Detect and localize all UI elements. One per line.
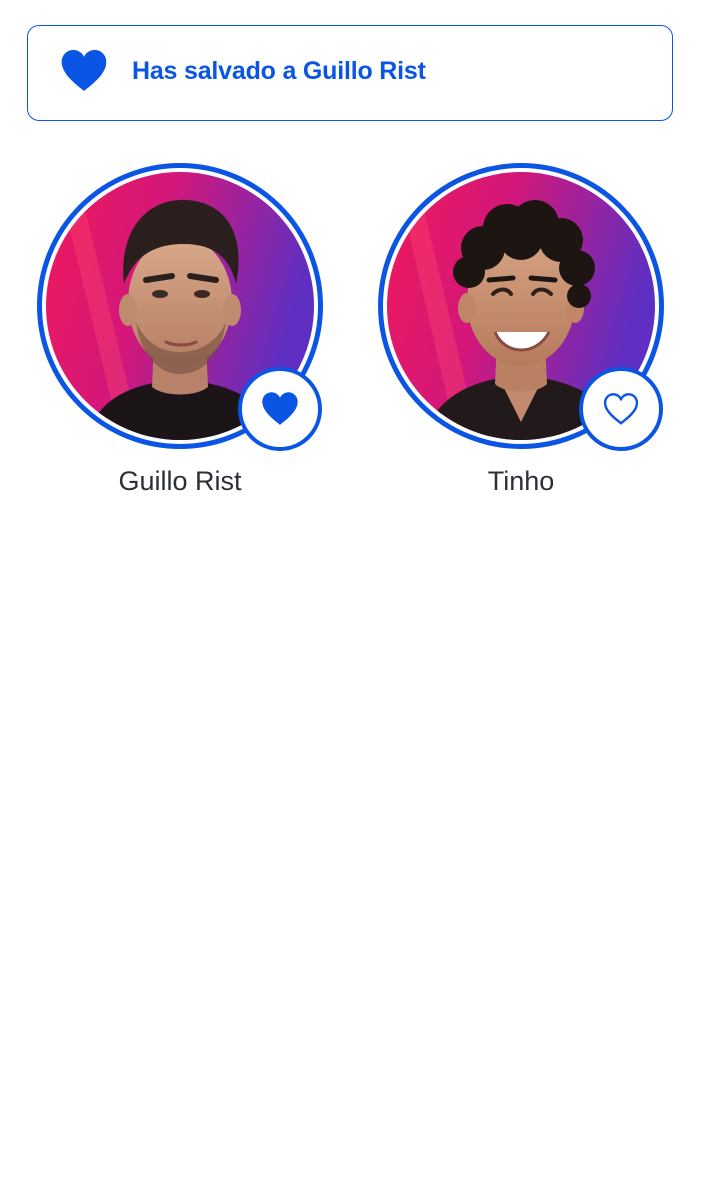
contestant-name: Tinho — [487, 466, 555, 496]
contestant-name: Guillo Rist — [118, 466, 242, 496]
heart-outline-icon — [603, 393, 639, 425]
heart-filled-icon — [60, 49, 108, 93]
save-favorite-button[interactable] — [238, 367, 322, 451]
saved-message: Has salvado a Guillo Rist — [132, 57, 426, 85]
contestant-card-tinho[interactable]: Tinho — [376, 163, 666, 508]
contestant-card-guillo-rist[interactable]: Guillo Rist — [35, 163, 325, 508]
saved-confirmation-banner: Has salvado a Guillo Rist — [27, 25, 673, 121]
save-favorite-button[interactable] — [579, 367, 663, 451]
heart-filled-icon — [262, 392, 298, 425]
